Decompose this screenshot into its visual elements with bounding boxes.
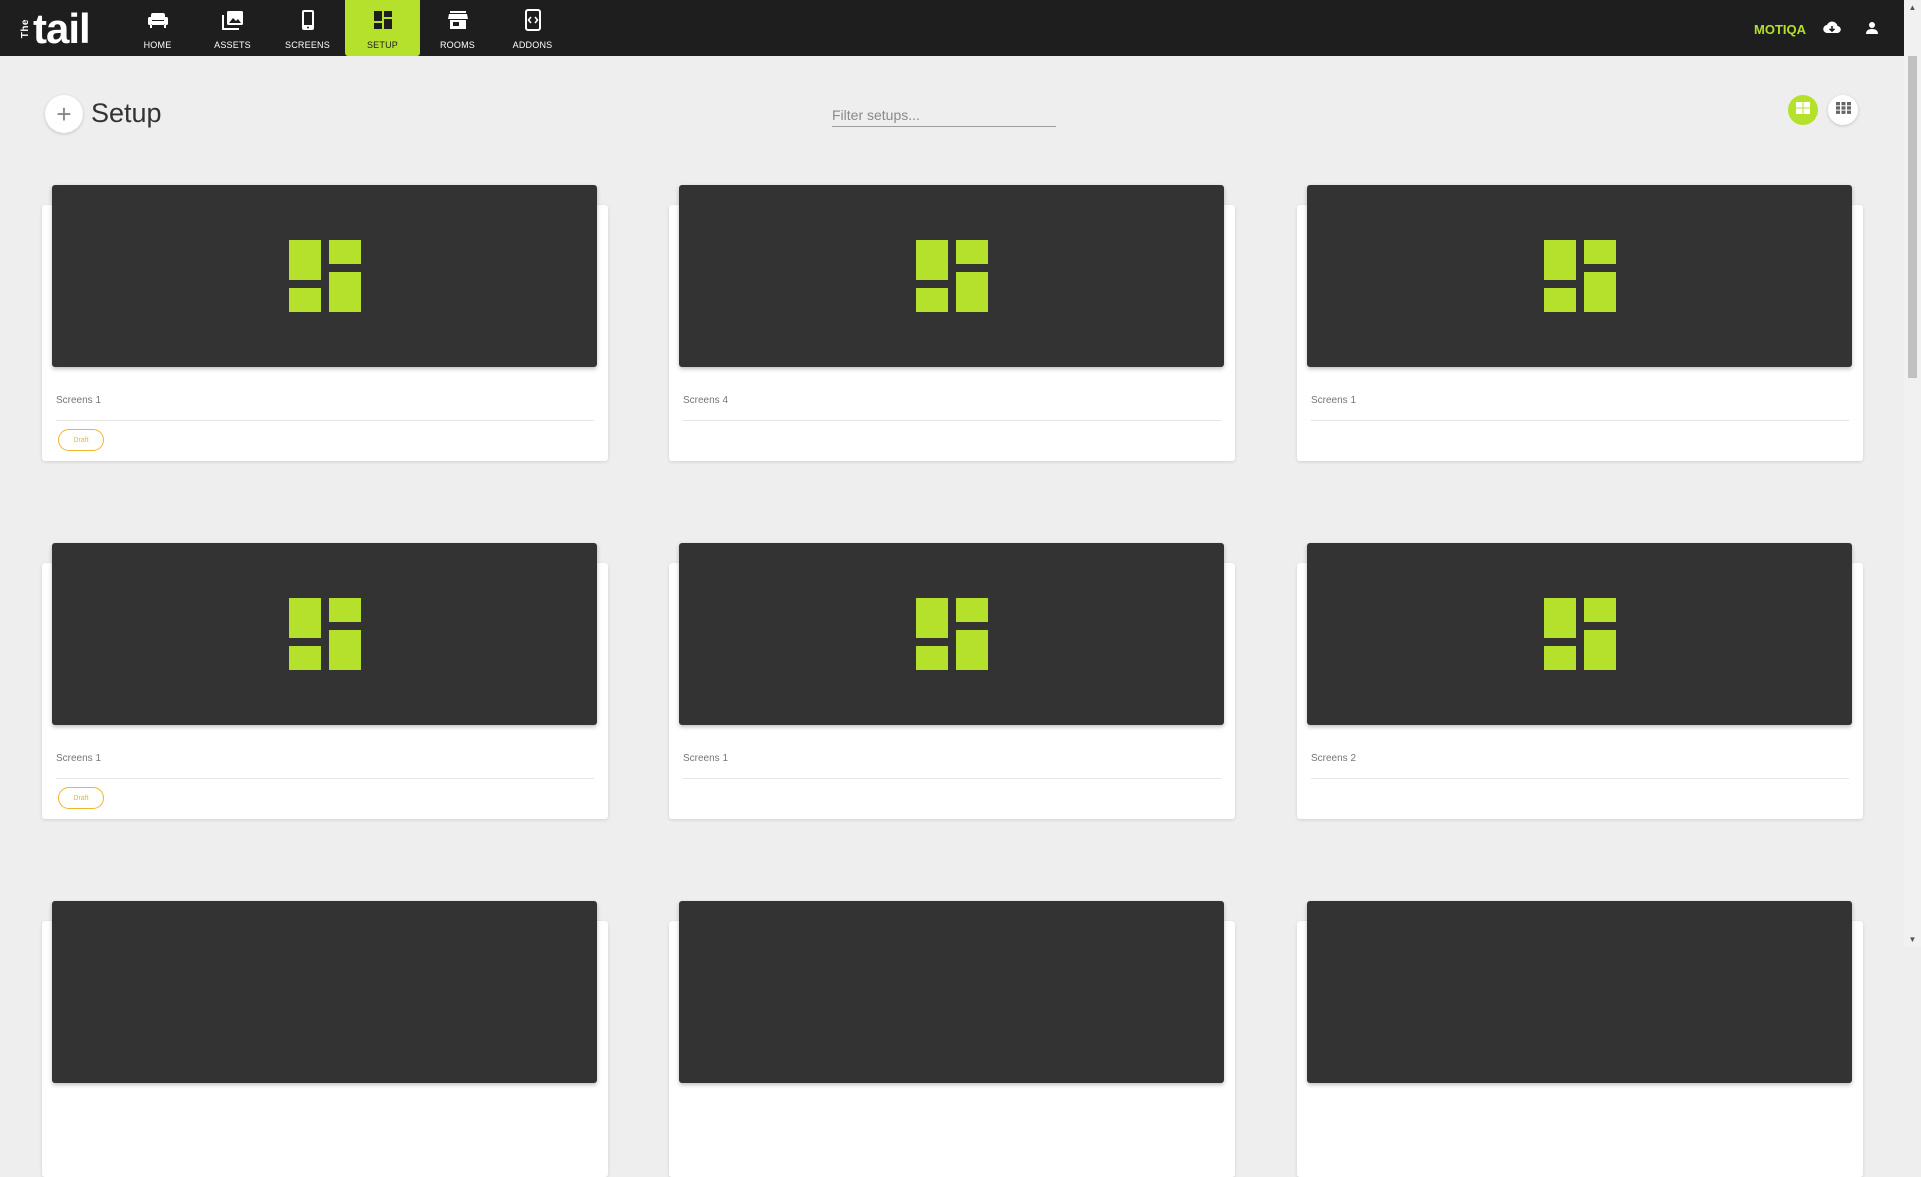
nav-addons[interactable]: ADDONS	[495, 0, 570, 56]
nav-screens-label: SCREENS	[285, 40, 330, 50]
setup-thumbnail[interactable]	[1307, 901, 1852, 1083]
nav-addons-label: ADDONS	[512, 40, 553, 50]
screens-count: Screens 1	[1311, 395, 1357, 406]
dashboard-icon	[1543, 240, 1616, 312]
setup-thumbnail[interactable]	[52, 185, 597, 367]
card-divider	[1311, 420, 1849, 421]
card-divider	[56, 778, 594, 779]
compact-grid-view-button[interactable]	[1828, 95, 1858, 125]
status-badge: Draft	[58, 429, 104, 451]
store-icon	[447, 9, 468, 31]
setup-card[interactable]	[1297, 901, 1863, 1177]
vertical-scrollbar[interactable]: ▲ ▼	[1904, 0, 1921, 947]
setup-card[interactable]: Screens 2	[1297, 543, 1863, 819]
scrollbar-thumb[interactable]	[1908, 56, 1917, 378]
view-module-icon	[1796, 101, 1810, 119]
setup-card[interactable]: Screens 1 Draft	[42, 185, 608, 461]
nav-rooms-label: ROOMS	[439, 40, 475, 50]
screens-count: Screens 4	[683, 395, 729, 406]
card-divider	[56, 420, 594, 421]
screens-count: Screens 1	[56, 395, 102, 406]
dashboard-icon	[373, 9, 392, 31]
main-nav: HOME ASSETS SCREENS SETUP ROOMS ADDONS	[120, 0, 570, 56]
top-app-bar: The tail HOME ASSETS SCREENS SETUP ROOMS…	[0, 0, 1904, 56]
card-divider	[683, 420, 1221, 421]
large-grid-view-button[interactable]	[1788, 95, 1818, 125]
logo-word: tail	[33, 5, 91, 52]
setup-card[interactable]: Screens 1	[669, 543, 1235, 819]
screens-count: Screens 1	[683, 753, 729, 764]
nav-screens[interactable]: SCREENS	[270, 0, 345, 56]
phone-icon	[301, 9, 315, 31]
plus-icon: +	[56, 99, 72, 129]
account-name[interactable]: MOTIQA	[1754, 22, 1806, 37]
dashboard-icon	[288, 240, 361, 312]
status-badge: Draft	[58, 787, 104, 809]
setup-card[interactable]: Screens 4	[669, 185, 1235, 461]
setup-thumbnail[interactable]	[1307, 543, 1852, 725]
setup-thumbnail[interactable]	[679, 543, 1224, 725]
photo-library-icon	[221, 9, 244, 31]
nav-setup-label: SETUP	[366, 40, 398, 50]
setup-card[interactable]	[669, 901, 1235, 1177]
logo-prefix: The	[20, 19, 31, 39]
nav-home-label: HOME	[143, 40, 172, 50]
setup-card[interactable]	[42, 901, 608, 1177]
setup-thumbnail[interactable]	[52, 901, 597, 1083]
scroll-up-icon[interactable]: ▲	[1908, 3, 1917, 12]
code-device-icon	[524, 9, 541, 31]
setup-thumbnail[interactable]	[52, 543, 597, 725]
cloud-download-icon[interactable]	[1823, 20, 1841, 36]
nav-assets-label: ASSETS	[214, 40, 251, 50]
nav-rooms[interactable]: ROOMS	[420, 0, 495, 56]
sofa-icon	[147, 9, 169, 31]
nav-assets[interactable]: ASSETS	[195, 0, 270, 56]
setup-thumbnail[interactable]	[679, 185, 1224, 367]
nav-home[interactable]: HOME	[120, 0, 195, 56]
view-comfy-icon	[1835, 101, 1851, 119]
nav-setup[interactable]: SETUP	[345, 0, 420, 56]
card-divider	[1311, 778, 1849, 779]
account-icon[interactable]	[1864, 20, 1882, 36]
dashboard-icon	[288, 598, 361, 670]
screens-count: Screens 1	[56, 753, 102, 764]
dashboard-icon	[915, 598, 988, 670]
app-logo[interactable]: The tail	[20, 5, 91, 52]
dashboard-icon	[915, 240, 988, 312]
screens-count: Screens 2	[1311, 753, 1357, 764]
setup-thumbnail[interactable]	[1307, 185, 1852, 367]
setup-card[interactable]: Screens 1 Draft	[42, 543, 608, 819]
filter-setups-input[interactable]	[832, 104, 1056, 127]
setup-card[interactable]: Screens 1	[1297, 185, 1863, 461]
page-title: Setup	[91, 98, 162, 128]
setup-thumbnail[interactable]	[679, 901, 1224, 1083]
add-setup-button[interactable]: +	[45, 95, 83, 133]
card-divider	[683, 778, 1221, 779]
dashboard-icon	[1543, 598, 1616, 670]
scroll-down-icon[interactable]: ▼	[1908, 935, 1917, 944]
